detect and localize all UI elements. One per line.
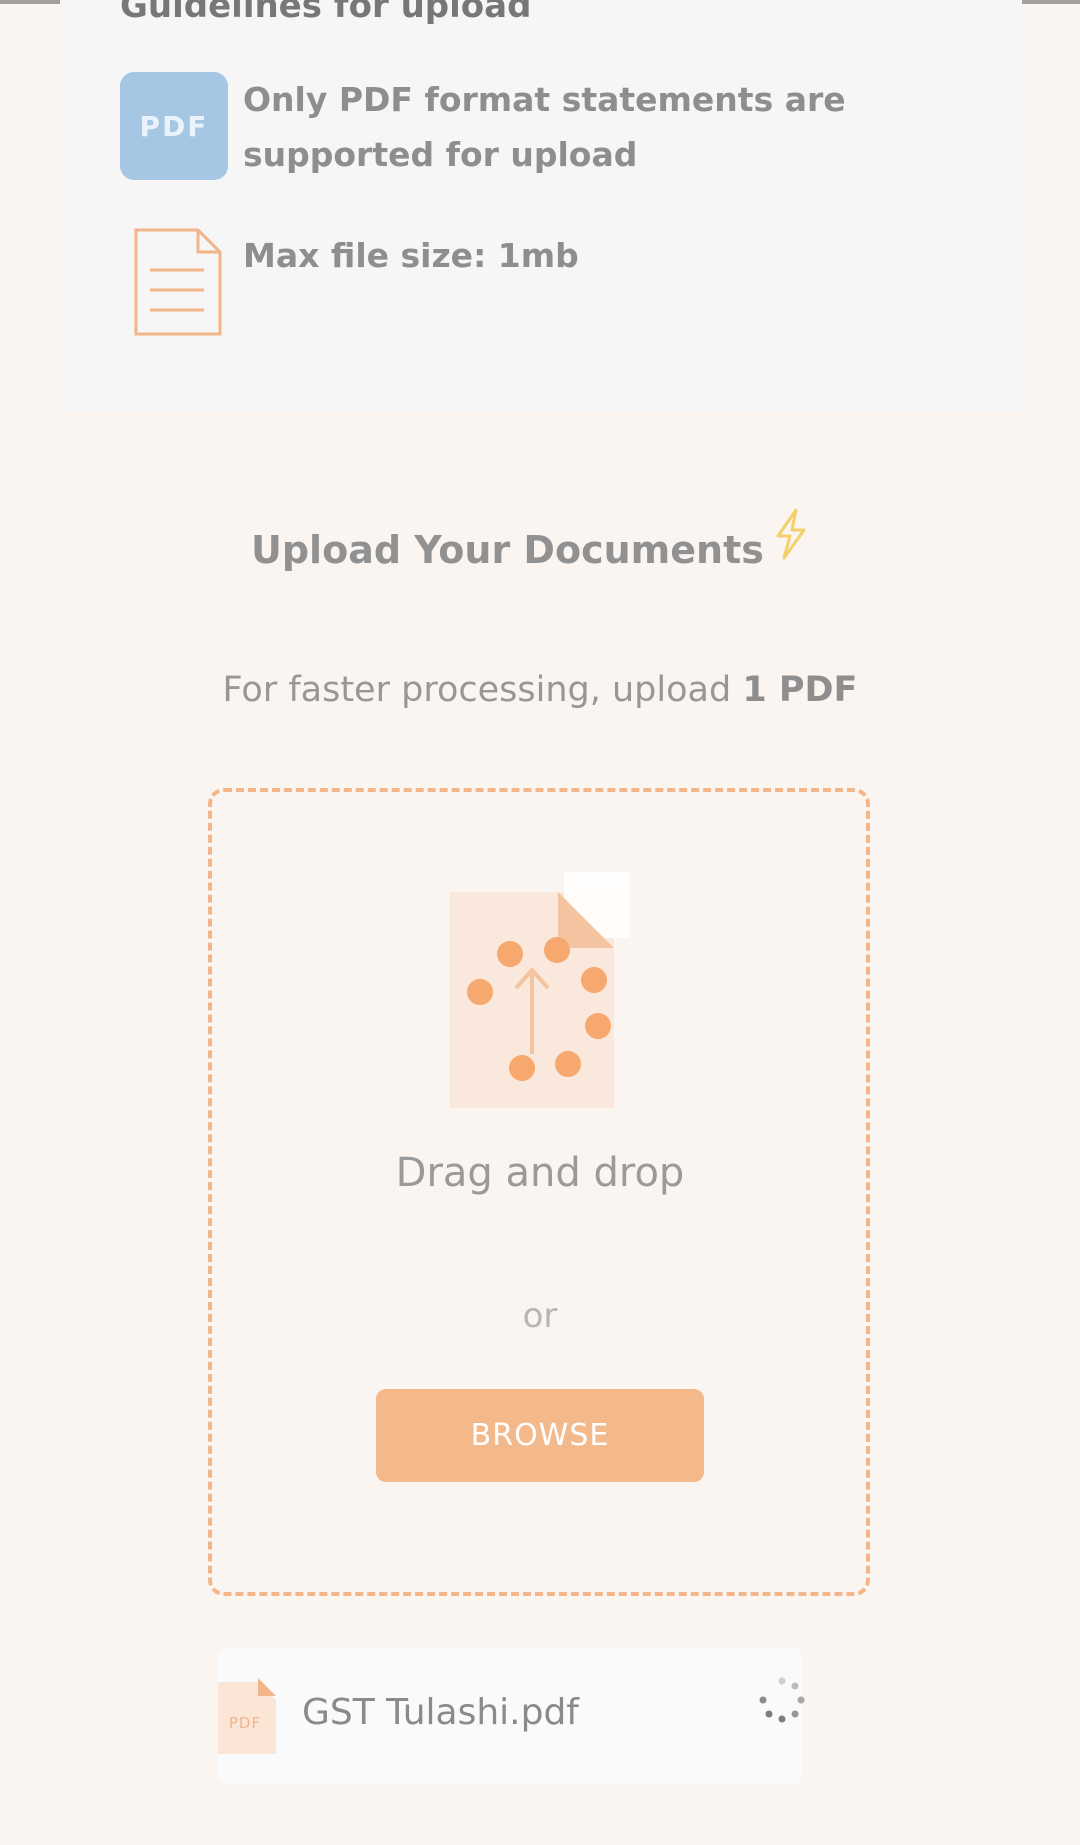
pdf-file-icon: PDF (218, 1678, 276, 1754)
browse-button[interactable]: BROWSE (376, 1389, 704, 1482)
upload-guidelines-card: Guidelines for upload PDF Only PDF forma… (60, 0, 1022, 412)
subtitle-count: 1 PDF (742, 670, 858, 710)
upload-title: Upload Your Documents (251, 528, 764, 572)
drag-and-drop-label: Drag and drop (395, 1150, 685, 1196)
pdf-file-icon-label: PDF (229, 1714, 261, 1732)
guidelines-heading: Guidelines for upload (120, 0, 532, 26)
file-upload-icon (450, 872, 630, 1108)
subtitle-text: For faster processing, upload (222, 670, 743, 710)
guideline-max-size: Max file size: 1mb (243, 236, 579, 275)
lightning-icon (776, 508, 806, 560)
upload-subtitle: For faster processing, upload 1 PDF (0, 670, 1080, 710)
or-separator: or (522, 1296, 558, 1336)
document-icon (134, 228, 222, 336)
pdf-icon-label: PDF (139, 109, 209, 143)
pdf-icon: PDF (120, 72, 228, 180)
file-name: GST Tulashi.pdf (302, 1692, 579, 1733)
uploaded-file-item: PDF GST Tulashi.pdf (218, 1648, 805, 1784)
guideline-pdf-only: Only PDF format statements are supported… (243, 80, 846, 174)
loading-spinner-icon (759, 1677, 805, 1723)
